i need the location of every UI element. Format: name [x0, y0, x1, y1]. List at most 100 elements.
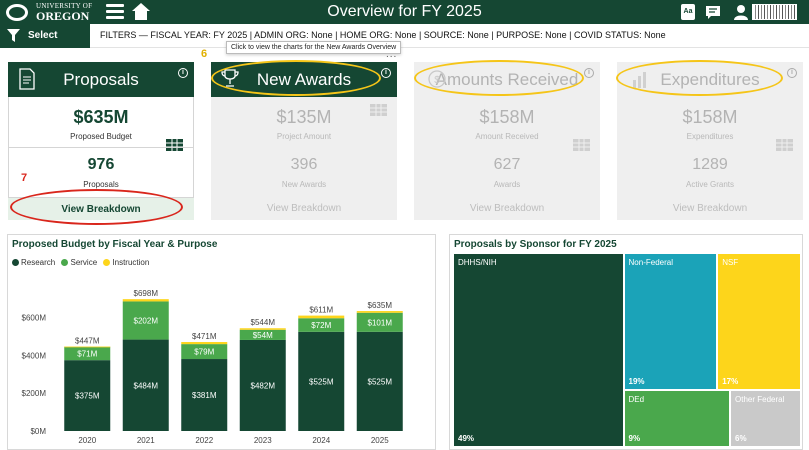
view-breakdown-button[interactable]: View Breakdown — [617, 197, 803, 220]
kpi-count-label: New Awards — [281, 180, 327, 189]
bar-segment-instruction[interactable] — [298, 315, 345, 319]
info-icon[interactable]: i — [787, 68, 797, 78]
kpi-value: $135M — [276, 107, 332, 127]
kpi-count: 976 — [87, 156, 115, 173]
sponsor-treemap-panel: Proposals by Sponsor for FY 2025 DHHS/NI… — [449, 234, 803, 450]
info-icon[interactable]: i — [381, 68, 391, 78]
data-label: $71M — [77, 349, 97, 358]
annotation-ellipse-view-breakdown — [10, 189, 183, 225]
treemap-cell-other-federal[interactable]: Other Federal 6% — [731, 390, 800, 446]
y-tick-label: $400M — [22, 351, 47, 360]
legend-label: Service — [70, 258, 98, 267]
bar-chart: $0M $200M $400M $600M $375M $71M $447M 2020 $484… — [22, 289, 403, 445]
logo-line2: OREGON — [36, 9, 90, 23]
kpi-body-new-awards: $135M Project Amount 396 New Awards View… — [211, 97, 397, 220]
data-label: $72M — [311, 321, 331, 330]
top-navigation-bar: UNIVERSITY OF OREGON Overview for FY 202… — [0, 0, 809, 24]
user-icon[interactable] — [734, 4, 748, 20]
data-label: $484M — [134, 381, 159, 390]
qr-code-image — [752, 4, 797, 20]
treemap-percent: 6% — [735, 433, 747, 443]
bar-segment-instruction[interactable] — [64, 346, 111, 348]
legend-dot — [12, 259, 19, 266]
treemap-label: Other Federal — [735, 394, 785, 404]
treemap-label: NSF — [722, 258, 739, 267]
annotation-ellipse-new-awards — [211, 60, 381, 96]
new-awards-tooltip: Click to view the charts for the New Awa… — [226, 41, 402, 54]
divider — [8, 147, 194, 148]
kpi-value-label: Proposed Budget — [70, 132, 132, 141]
info-icon[interactable]: i — [584, 68, 594, 78]
x-tick-label: 2023 — [254, 436, 272, 445]
kpi-header-proposals[interactable]: Proposals i — [8, 62, 194, 97]
treemap-percent: 19% — [628, 376, 645, 386]
treemap-percent: 49% — [458, 434, 475, 443]
total-label: $544M — [251, 318, 276, 327]
kpi-count: 627 — [493, 156, 521, 173]
kpi-title: Proposals — [63, 70, 139, 89]
total-label: $698M — [134, 289, 159, 298]
home-icon[interactable] — [131, 2, 151, 22]
y-tick-label: $200M — [22, 389, 47, 398]
view-breakdown-button[interactable]: View Breakdown — [414, 197, 600, 220]
bar-segment-instruction[interactable] — [239, 328, 286, 330]
legend-item-instruction[interactable]: Instruction — [103, 258, 149, 267]
data-label: $101M — [368, 318, 393, 327]
data-label: $525M — [368, 377, 393, 386]
treemap-percent: 9% — [628, 433, 641, 443]
treemap-cell-non-federal[interactable]: Non-Federal 19% — [624, 254, 717, 389]
total-label: $635M — [368, 301, 393, 310]
accessibility-icon[interactable]: Aa — [681, 4, 695, 20]
budget-chart-panel: Proposed Budget by Fiscal Year & Purpose… — [7, 234, 436, 450]
active-filters-text: FILTERS — FISCAL YEAR: FY 2025 | ADMIN O… — [100, 30, 666, 40]
data-label: $381M — [192, 391, 217, 400]
filter-funnel-icon — [7, 29, 20, 42]
university-logo[interactable]: UNIVERSITY OF OREGON — [4, 2, 100, 23]
treemap-label: DHHS/NIH — [458, 258, 497, 267]
data-label: $375M — [75, 392, 100, 401]
bar-segment-instruction[interactable] — [181, 342, 228, 345]
legend-dot — [61, 259, 69, 266]
legend-label: Research — [21, 258, 56, 267]
data-label: $202M — [134, 317, 159, 326]
info-icon[interactable]: i — [178, 68, 188, 78]
legend-dot — [103, 259, 111, 266]
treemap-cell-dhhs-nih[interactable]: DHHS/NIH 49% — [454, 254, 623, 446]
kpi-value-label: Project Amount — [276, 132, 332, 141]
total-label: $611M — [309, 306, 333, 315]
data-label: $54M — [253, 331, 273, 340]
x-tick-label: 2021 — [137, 436, 155, 445]
kpi-count-label: Active Grants — [685, 180, 734, 189]
kpi-count: 1289 — [692, 156, 728, 173]
data-label: $79M — [194, 348, 214, 357]
legend-label: Instruction — [112, 258, 150, 267]
legend-item-service[interactable]: Service — [61, 258, 97, 267]
select-filters-label: Select Filters — [28, 30, 59, 65]
view-breakdown-button[interactable]: View Breakdown — [211, 197, 397, 220]
y-tick-label: $600M — [22, 314, 47, 323]
kpi-value: $635M — [73, 107, 129, 127]
bar-segment-instruction[interactable] — [356, 311, 403, 313]
kpi-value-label: Amount Received — [475, 132, 539, 141]
logo-o-mark — [6, 4, 28, 21]
chat-icon[interactable] — [705, 4, 721, 20]
treemap-percent: 17% — [722, 376, 739, 386]
treemap-cell-nsf[interactable]: NSF 17% — [718, 254, 800, 389]
kpi-count: 396 — [290, 156, 318, 173]
kpi-count-label: Proposals — [83, 180, 119, 189]
treemap-cell-ded[interactable]: DEd 9% — [624, 390, 729, 446]
filter-bar: Select Filters FILTERS — FISCAL YEAR: FY… — [0, 24, 809, 65]
annotation-ellipse-expenditures — [616, 60, 783, 96]
treemap: DHHS/NIH 49% Non-Federal 19% NSF 17% DEd 9% Othe… — [454, 254, 802, 448]
hamburger-menu-icon[interactable] — [106, 4, 124, 20]
chart-title: Proposals by Sponsor for FY 2025 — [454, 239, 617, 250]
total-label: $447M — [75, 337, 100, 346]
kpi-count-label: Awards — [493, 180, 521, 189]
select-filters-button[interactable]: Select Filters — [0, 24, 90, 65]
y-tick-label: $0M — [30, 427, 46, 436]
legend-item-research[interactable]: Research — [12, 258, 55, 267]
chart-title: Proposed Budget by Fiscal Year & Purpose — [12, 239, 218, 250]
kpi-value: $158M — [479, 107, 535, 127]
bar-segment-instruction[interactable] — [122, 299, 169, 302]
kpi-value: $158M — [682, 107, 738, 127]
